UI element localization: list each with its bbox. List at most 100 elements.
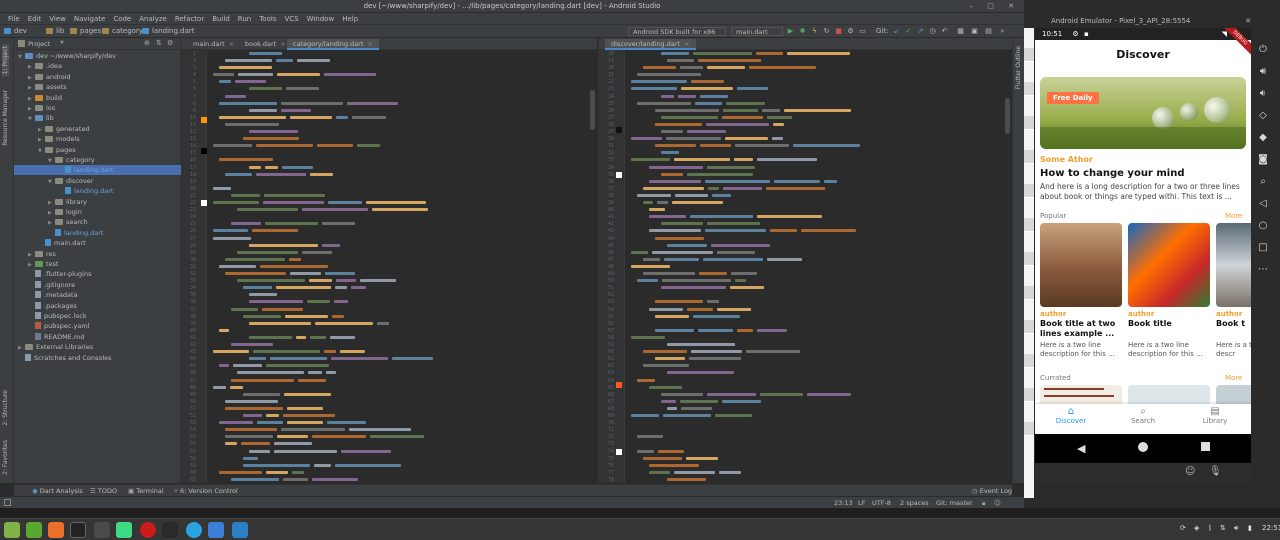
vertical-scrollbar[interactable]	[1005, 98, 1010, 134]
tree-item[interactable]: .gitignore	[14, 280, 181, 290]
project-view-selector[interactable]: Project	[28, 40, 50, 48]
curated-card-1[interactable]	[1040, 385, 1122, 405]
menu-item-run[interactable]: Run	[238, 15, 251, 23]
overview-icon[interactable]: □	[1257, 242, 1269, 254]
tree-item[interactable]: ▶ generated	[14, 124, 181, 134]
indent-setting[interactable]: 2 spaces	[900, 499, 929, 507]
curated-card-3[interactable]	[1216, 385, 1251, 405]
device-file-icon[interactable]: ▤	[984, 27, 993, 36]
mic-icon[interactable]: 🎙︎	[1209, 466, 1222, 477]
curated-more-link[interactable]: More	[1225, 374, 1242, 382]
tree-item[interactable]: ▶ models	[14, 134, 181, 144]
notification-icon[interactable]: ☺	[994, 499, 1001, 507]
battery-icon[interactable]: ▮	[1248, 524, 1252, 532]
git-update-icon[interactable]: ↙	[892, 27, 901, 36]
tab-book-dart[interactable]: book.dart ×	[239, 39, 292, 50]
tree-item[interactable]: landing.dart	[14, 228, 181, 238]
bluetooth-icon[interactable]: ᛒ	[1208, 524, 1212, 532]
code-area[interactable]	[213, 50, 587, 483]
tree-item[interactable]: landing.dart	[14, 165, 181, 176]
tree-item[interactable]: .metadata	[14, 290, 181, 300]
firefox-icon[interactable]	[48, 522, 64, 538]
tree-item[interactable]: ▶ search	[14, 217, 181, 227]
line-separator[interactable]: LF	[858, 499, 865, 507]
tool-tab-structure[interactable]: 2: Structure	[2, 390, 9, 426]
tree-item[interactable]: ▼ category	[14, 155, 181, 165]
system-monitor-icon[interactable]	[162, 522, 178, 538]
hot-restart-icon[interactable]: ↻	[822, 27, 831, 36]
tree-item[interactable]: ▶ ios	[14, 103, 181, 113]
popular-more-link[interactable]: More	[1225, 212, 1242, 220]
tab-category-landing[interactable]: category/landing.dart ×	[287, 39, 379, 50]
git-commit-icon[interactable]: ✓	[904, 27, 913, 36]
tree-item[interactable]: ▶ android	[14, 72, 181, 82]
tree-item[interactable]: ▼ pages	[14, 145, 181, 155]
volume-down-icon[interactable]: 🔉︎	[1257, 88, 1269, 100]
camera-icon[interactable]: ◙	[1257, 154, 1269, 166]
breadcrumb-dev[interactable]: dev	[4, 27, 27, 35]
tree-item[interactable]: pubspec.lock	[14, 311, 181, 321]
menu-item-code[interactable]: Code	[113, 15, 131, 23]
close-icon[interactable]: ✕	[1245, 15, 1251, 28]
tab-main-dart[interactable]: main.dart ×	[187, 39, 240, 50]
stop-icon[interactable]: ■	[834, 27, 843, 36]
breadcrumb-file[interactable]: landing.dart	[142, 27, 195, 35]
menu-item-file[interactable]: File	[8, 15, 20, 23]
tool-tab-version-control[interactable]: ⑂ 6: Version Control	[174, 487, 238, 495]
breadcrumb-pages[interactable]: pages	[70, 27, 101, 35]
vscode-icon[interactable]	[208, 522, 224, 538]
tool-tab-todo[interactable]: ☰ TODO	[90, 487, 117, 495]
tree-item[interactable]: Scratches and Consoles	[14, 353, 181, 363]
run-icon[interactable]: ▶	[786, 27, 795, 36]
menu-icon[interactable]	[4, 522, 20, 538]
update-icon[interactable]: ⟳	[1180, 524, 1186, 532]
file-encoding[interactable]: UTF-8	[872, 499, 891, 507]
tree-item[interactable]: .packages	[14, 301, 181, 311]
tree-item[interactable]: ▶ library	[14, 197, 181, 207]
curated-card-2[interactable]	[1128, 385, 1210, 405]
tree-item[interactable]: ▶ .idea	[14, 61, 181, 71]
menu-item-edit[interactable]: Edit	[28, 15, 42, 23]
folder-icon[interactable]	[94, 522, 110, 538]
tree-item[interactable]: ▶ login	[14, 207, 181, 217]
breadcrumb-category[interactable]: category	[102, 27, 143, 35]
tool-tab-dart-analysis[interactable]: ◉ Dart Analysis	[32, 487, 83, 495]
tab-discover-landing[interactable]: discover/landing.dart ×	[605, 39, 696, 50]
search-everywhere-icon[interactable]: ⌕	[998, 27, 1007, 36]
shield-icon[interactable]: ◈	[1194, 524, 1199, 532]
breadcrumb-lib[interactable]: lib	[46, 27, 64, 35]
avd-manager-icon[interactable]: ▭	[858, 27, 867, 36]
opera-icon[interactable]	[140, 522, 156, 538]
sdk-manager-icon[interactable]: ⚙	[846, 27, 855, 36]
tool-tab-flutter-outline[interactable]: Flutter Outline	[1015, 46, 1022, 89]
caret-position[interactable]: 23:13	[834, 499, 853, 507]
tree-item[interactable]: ▶ res	[14, 249, 181, 259]
tree-item[interactable]: ▶ test	[14, 259, 181, 269]
terminal-icon[interactable]	[70, 522, 86, 538]
code-area[interactable]	[631, 50, 1002, 483]
volume-icon[interactable]: 🔊︎	[1234, 524, 1238, 533]
menu-item-help[interactable]: Help	[342, 15, 358, 23]
book-card[interactable]: author Book title at two lines example ..…	[1040, 223, 1122, 363]
window-controls[interactable]: – □ ✕	[970, 2, 1020, 10]
book-card[interactable]: author Book title Here is a two line descr…	[1128, 223, 1210, 363]
back-icon[interactable]: ◀	[1077, 442, 1085, 455]
run-config-selector[interactable]: main.dart	[731, 27, 783, 36]
nav-library[interactable]: ▤ Library	[1197, 406, 1233, 425]
menu-item-navigate[interactable]: Navigate	[74, 15, 105, 23]
collapse-all-icon[interactable]: ⇅	[156, 39, 162, 47]
chevron-down-icon[interactable]: ▼	[60, 40, 64, 46]
debug-icon[interactable]: ✱	[798, 27, 807, 36]
tool-tab-resource-manager[interactable]: Resource Manager	[2, 90, 9, 146]
more-icon[interactable]: ⋯	[1257, 264, 1269, 276]
tree-item[interactable]: ▼ dev ~/www/sharpify/dev	[14, 51, 181, 61]
recents-icon[interactable]	[1201, 442, 1210, 451]
tool-tab-terminal[interactable]: ▣ Terminal	[128, 487, 164, 495]
tree-item[interactable]: ▶ build	[14, 93, 181, 103]
tree-item[interactable]: main.dart	[14, 238, 181, 248]
tree-item[interactable]: ▼ discover	[14, 176, 181, 186]
menu-item-tools[interactable]: Tools	[259, 15, 276, 23]
tree-item[interactable]: README.md	[14, 332, 181, 342]
menu-item-analyze[interactable]: Analyze	[139, 15, 167, 23]
gear-icon[interactable]: ⚙	[167, 39, 173, 47]
